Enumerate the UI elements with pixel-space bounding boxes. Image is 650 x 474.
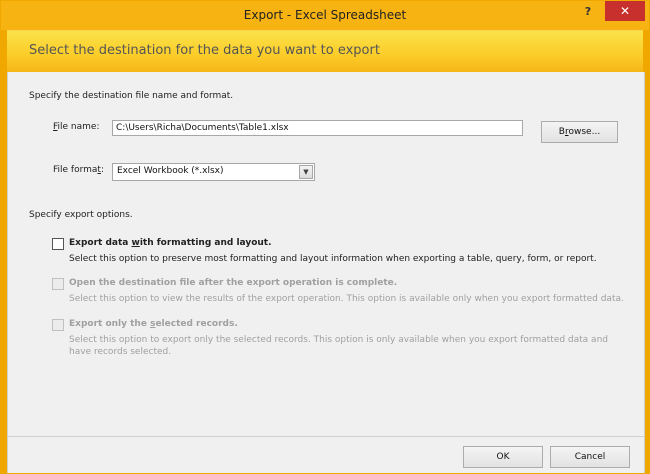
- selected-records-title: Export only the selected records.: [69, 319, 238, 329]
- export-formatting-desc: Select this option to preserve most form…: [69, 254, 597, 264]
- file-name-label: File name:: [53, 122, 100, 132]
- export-dialog: Export - Excel Spreadsheet ? ✕ Select th…: [0, 0, 650, 474]
- dialog-footer: OK Cancel: [7, 436, 645, 473]
- selected-records-desc-line1: Select this option to export only the se…: [69, 335, 608, 345]
- instruction-banner: Select the destination for the data you …: [7, 30, 643, 72]
- close-icon: ✕: [619, 4, 631, 18]
- cancel-button[interactable]: Cancel: [550, 446, 630, 468]
- browse-button[interactable]: Browse...: [541, 121, 618, 143]
- ok-button[interactable]: OK: [463, 446, 543, 468]
- file-format-select[interactable]: Excel Workbook (*.xlsx) ▼: [112, 163, 315, 181]
- selected-records-desc-line2: have records selected.: [69, 347, 172, 357]
- export-formatting-checkbox[interactable]: [52, 238, 64, 250]
- dialog-title: Export - Excel Spreadsheet: [243, 8, 407, 22]
- title-bar[interactable]: Export - Excel Spreadsheet ? ✕: [1, 1, 649, 30]
- open-destination-checkbox[interactable]: [52, 278, 64, 290]
- options-heading: Specify export options.: [29, 210, 133, 220]
- file-format-label: File format:: [53, 165, 104, 175]
- open-destination-desc: Select this option to view the results o…: [69, 294, 624, 304]
- selected-records-checkbox[interactable]: [52, 319, 64, 331]
- export-formatting-title: Export data with formatting and layout.: [69, 238, 272, 248]
- close-button[interactable]: ✕: [605, 1, 645, 21]
- file-format-value: Excel Workbook (*.xlsx): [117, 166, 224, 176]
- open-destination-title: Open the destination file after the expo…: [69, 278, 398, 288]
- chevron-down-icon[interactable]: ▼: [299, 165, 313, 179]
- help-button[interactable]: ?: [579, 4, 597, 20]
- dialog-content: Specify the destination file name and fo…: [7, 72, 645, 436]
- file-name-input[interactable]: C:\Users\Richa\Documents\Table1.xlsx: [112, 120, 523, 136]
- destination-heading: Specify the destination file name and fo…: [29, 91, 234, 101]
- banner-text: Select the destination for the data you …: [29, 43, 380, 58]
